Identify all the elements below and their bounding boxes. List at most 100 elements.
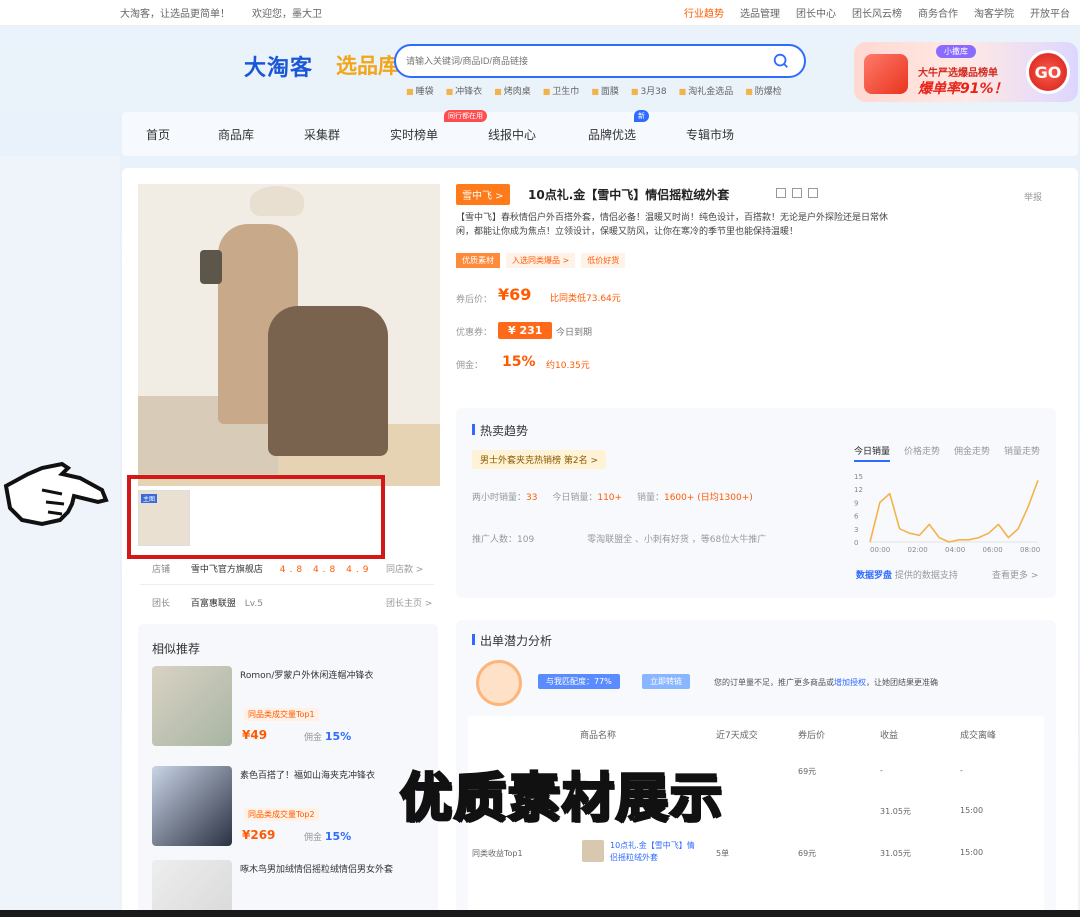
open-platform-link[interactable]: 开放平台 bbox=[1030, 5, 1070, 20]
coupon-badge[interactable]: ¥ 231 bbox=[498, 322, 553, 339]
x-tick-label: 00:00 bbox=[870, 546, 890, 554]
nav-badge-hot: 同行都在用 bbox=[444, 110, 487, 122]
list-item[interactable]: Romon/罗蒙户外休闲连帽冲锋衣 同品类成交量Top1 ¥49 佣金 15% bbox=[152, 666, 432, 748]
hotword[interactable]: 防爆检 bbox=[745, 84, 782, 97]
table-row-thumb[interactable] bbox=[582, 840, 604, 862]
potential-title: 出单潜力分析 bbox=[471, 634, 553, 648]
leader-ranking-link[interactable]: 团长风云榜 bbox=[852, 5, 902, 20]
report-link[interactable]: 举报 bbox=[1024, 190, 1042, 203]
chart-footer: 数据罗盘 提供的数据支持 查看更多 > bbox=[856, 568, 1038, 581]
slogan: 大淘客，让选品更简单！ bbox=[120, 9, 230, 20]
list-item[interactable]: 啄木鸟男加绒情侣摇粒绒情侣男女外套 bbox=[152, 860, 432, 917]
logo[interactable]: 大淘客 bbox=[244, 50, 313, 82]
brand-tag[interactable]: 雪中飞 > bbox=[456, 184, 510, 205]
rank-badge[interactable]: 男士外套夹克热销榜 第2名 > bbox=[472, 450, 606, 469]
tab-today-sales[interactable]: 今日销量 bbox=[854, 444, 891, 462]
business-link[interactable]: 商务合作 bbox=[918, 5, 958, 20]
search-icon[interactable] bbox=[772, 52, 790, 70]
table-row-label: 同类收益Top1 bbox=[472, 849, 523, 858]
series-line bbox=[869, 480, 1039, 543]
product-title: 10点礼.金【雪中飞】情侣摇粒绒外套 bbox=[528, 188, 730, 202]
selection-manage-link[interactable]: 选品管理 bbox=[740, 5, 780, 20]
similar-image[interactable] bbox=[152, 766, 232, 846]
leader-level: Lv.5 bbox=[244, 599, 264, 609]
x-tick-label: 04:00 bbox=[945, 546, 965, 554]
hotword[interactable]: 睡袋 bbox=[406, 84, 434, 97]
similar-recommend: 相似推荐 Romon/罗蒙户外休闲连帽冲锋衣 同品类成交量Top1 ¥49 佣金… bbox=[138, 624, 438, 917]
leader-name[interactable]: 百富惠联盟 bbox=[191, 599, 236, 609]
leader-home-link[interactable]: 团长主页 > bbox=[386, 596, 432, 609]
similar-image[interactable] bbox=[152, 860, 232, 917]
user-greeting[interactable]: 欢迎您，墨大卫 bbox=[252, 5, 322, 20]
nav-albums[interactable]: 专辑市场 bbox=[686, 126, 734, 143]
search-input[interactable] bbox=[406, 56, 746, 66]
x-tick-label: 02:00 bbox=[908, 546, 928, 554]
same-shop-link[interactable]: 同店款 > bbox=[386, 562, 423, 575]
product-main-image[interactable] bbox=[138, 184, 440, 486]
nav-deals[interactable]: 线报中心 bbox=[488, 126, 536, 143]
tag-lowprice[interactable]: 低价好货 bbox=[581, 253, 626, 268]
hotword[interactable]: 卫生巾 bbox=[543, 84, 579, 97]
y-tick-label: 15 bbox=[854, 473, 863, 481]
hotword[interactable]: 冲锋衣 bbox=[446, 84, 482, 97]
product-tags: 优质素材 入选同类爆品 > 低价好货 bbox=[456, 253, 626, 268]
industry-trend-link[interactable]: 行业趋势 bbox=[684, 5, 724, 20]
sales-chart[interactable]: 0 3 6 9 12 15 00:00 02:00 04:00 06:00 08:00 bbox=[852, 470, 1042, 560]
copy-icon[interactable] bbox=[776, 188, 786, 198]
tab-sales[interactable]: 销量走势 bbox=[1004, 444, 1040, 462]
bottom-bar bbox=[0, 910, 1080, 917]
shop-name[interactable]: 雪中飞官方旗舰店 bbox=[191, 565, 263, 575]
y-tick-label: 12 bbox=[854, 486, 863, 494]
nav-products[interactable]: 商品库 bbox=[218, 126, 254, 143]
leader-row: 团长 百富惠联盟 Lv.5 团长主页 > bbox=[152, 596, 432, 609]
edit-icon[interactable] bbox=[792, 188, 802, 198]
tag-quality[interactable]: 优质素材 bbox=[456, 253, 500, 268]
product-description: 【雪中飞】春秋情侣户外百搭外套，情侣必备！温暖又时尚！纯色设计，百搭款！无论是户… bbox=[456, 213, 889, 237]
search-box[interactable] bbox=[394, 44, 806, 78]
hotword[interactable]: 淘礼金选品 bbox=[679, 84, 733, 97]
nav-realtime-rank[interactable]: 实时榜单 bbox=[390, 126, 438, 143]
nav-home[interactable]: 首页 bbox=[146, 126, 170, 143]
trend-title: 热卖趋势 bbox=[471, 424, 529, 438]
tab-price[interactable]: 价格走势 bbox=[904, 444, 940, 462]
promo-banner[interactable]: 小撒库 大牛严选爆品榜单 爆单率91%！ GO bbox=[854, 42, 1078, 102]
hotword[interactable]: 烤肉桌 bbox=[494, 84, 531, 97]
leader-center-link[interactable]: 团长中心 bbox=[796, 5, 836, 20]
y-tick-label: 6 bbox=[854, 513, 859, 521]
title-actions bbox=[776, 188, 818, 198]
academy-link[interactable]: 淘客学院 bbox=[974, 5, 1014, 20]
trend-tabs: 今日销量 价格走势 佣金走势 销量走势 bbox=[854, 444, 1040, 462]
promo-line2: 爆单率91%！ bbox=[918, 81, 1008, 97]
tab-commission[interactable]: 佣金走势 bbox=[954, 444, 990, 462]
coupon-expire: 今日到期 bbox=[556, 328, 593, 338]
model-man-image bbox=[268, 306, 388, 456]
similar-image[interactable] bbox=[152, 666, 232, 746]
hotword[interactable]: 3月38 bbox=[631, 84, 666, 97]
promoters: 推广人数：109 零淘联盟全 、小刺有好货 ，等68位大牛推广 bbox=[472, 535, 767, 545]
nav-collect[interactable]: 采集群 bbox=[304, 126, 340, 143]
main-nav: 首页 商品库 采集群 实时榜单 同行都在用 线报中心 品牌优选 新 专辑市场 bbox=[122, 110, 1078, 156]
sales-stats: 两小时销量：33 今日销量：110+ 销量：1600+ (日均1300+) bbox=[472, 493, 753, 503]
hat-image bbox=[250, 186, 304, 216]
nav-brand[interactable]: 品牌优选 bbox=[588, 126, 636, 143]
shop-scores: 4.8 4.8 4.9 bbox=[279, 565, 373, 575]
y-tick-label: 3 bbox=[854, 526, 858, 534]
lantern-image bbox=[200, 250, 222, 284]
promo-line1: 大牛严选爆品榜单 bbox=[918, 68, 998, 79]
table-row-name[interactable]: 10点礼.金【雪中飞】情侣摇粒绒外套 bbox=[610, 840, 700, 864]
video-caption: 优质素材展示 bbox=[398, 768, 725, 831]
go-button[interactable]: GO bbox=[1026, 50, 1070, 94]
tag-hot[interactable]: 入选同类爆品 > bbox=[506, 253, 576, 268]
x-tick-label: 08:00 bbox=[1020, 546, 1040, 554]
hotword[interactable]: 面膜 bbox=[591, 84, 619, 97]
commission-amount: 约10.35元 bbox=[546, 361, 590, 371]
potential-hint: 您的订单量不足，推广更多商品或增加授权，让她团结果更准确 bbox=[714, 678, 938, 687]
price: ¥69 bbox=[498, 285, 532, 304]
list-item[interactable]: 素色百搭了！福如山海夹克冲锋衣 同品类成交量Top2 ¥269 佣金 15% bbox=[152, 766, 432, 848]
promo-tag: 小撒库 bbox=[936, 45, 976, 58]
view-more-link[interactable]: 查看更多 > bbox=[992, 568, 1038, 581]
convert-link-button[interactable]: 立即转链 bbox=[642, 674, 690, 689]
doc-icon[interactable] bbox=[808, 188, 818, 198]
gift-icon bbox=[864, 54, 908, 94]
match-badge: 与我匹配度：77% bbox=[538, 674, 620, 689]
